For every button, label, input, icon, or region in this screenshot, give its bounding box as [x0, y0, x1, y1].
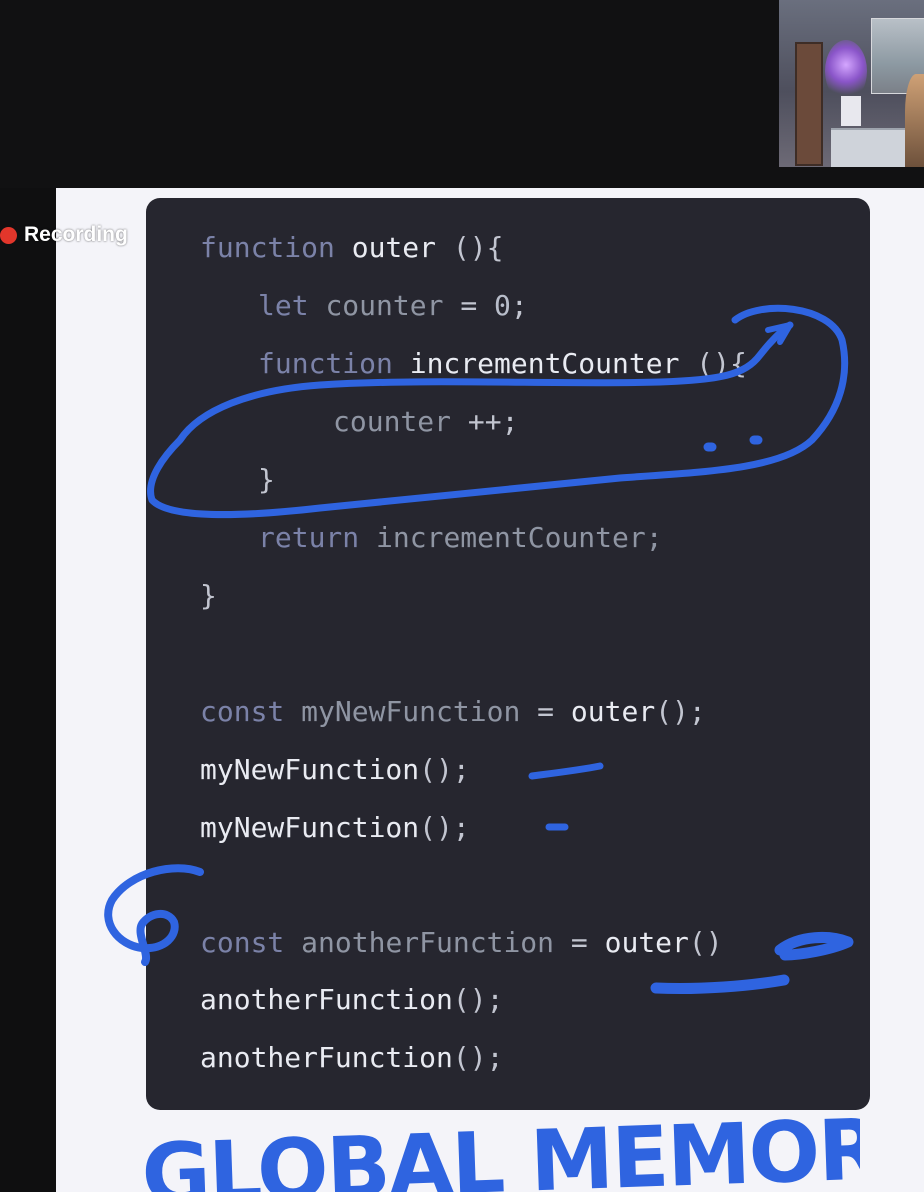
code-punctuation: (): [688, 926, 723, 959]
code-keyword: let: [258, 289, 309, 322]
code-identifier: incrementCounter;: [376, 521, 663, 554]
code-punctuation: ();: [452, 1041, 504, 1074]
code-line-10: myNewFunction();: [200, 810, 470, 846]
code-function-name: anotherFunction: [200, 1041, 453, 1074]
code-line-3: function incrementCounter (){: [258, 346, 747, 382]
recording-indicator[interactable]: Recording: [0, 222, 128, 248]
code-number: 0: [494, 289, 511, 322]
code-keyword: function: [200, 231, 335, 264]
code-closing-brace: }: [258, 463, 275, 496]
code-line-2: let counter = 0;: [258, 288, 528, 324]
code-punctuation: (){: [696, 347, 747, 380]
code-identifier: counter: [333, 405, 452, 438]
code-line-6: return incrementCounter;: [258, 520, 663, 556]
handwritten-global-memory-heading: GLOBAL MEMORY: [140, 1118, 860, 1192]
code-keyword: function: [258, 347, 393, 380]
code-identifier: counter: [325, 289, 444, 322]
code-keyword: const: [200, 695, 285, 728]
participant-figure: [905, 74, 924, 167]
code-function-name: myNewFunction: [200, 811, 420, 844]
code-punctuation: ;: [510, 289, 528, 322]
recording-label: Recording: [24, 223, 128, 246]
code-punctuation: ();: [419, 753, 470, 786]
recording-dot-icon: [0, 226, 17, 244]
code-keyword: const: [200, 926, 285, 959]
code-line-9: myNewFunction();: [200, 752, 470, 788]
participant-video-thumbnail[interactable]: [779, 0, 924, 167]
code-line-13: anotherFunction();: [200, 1040, 503, 1076]
code-function-name: myNewFunction: [200, 753, 420, 786]
video-background-shelf: [841, 96, 861, 126]
video-background-door: [795, 42, 823, 166]
code-snippet-card: function outer (){ let counter = 0; func…: [146, 198, 870, 1110]
code-function-name: anotherFunction: [200, 983, 453, 1016]
code-line-12: anotherFunction();: [200, 982, 503, 1018]
handwritten-text: GLOBAL MEMORY: [140, 1118, 860, 1192]
code-punctuation: ();: [452, 983, 504, 1016]
code-operator: =: [460, 289, 478, 322]
code-line-4: counter ++;: [333, 404, 518, 440]
code-punctuation: (){: [452, 231, 504, 264]
code-line-8: const myNewFunction = outer();: [200, 694, 706, 730]
code-line-1: function outer (){: [200, 230, 503, 266]
code-function-name: outer: [570, 695, 656, 728]
code-closing-brace: }: [200, 579, 217, 612]
code-punctuation: ();: [655, 695, 706, 728]
code-line-11: const anotherFunction = outer(): [200, 925, 723, 961]
code-function-name: outer: [351, 231, 437, 264]
code-operator: ++;: [467, 405, 519, 438]
code-line-7: }: [200, 578, 217, 614]
video-background-lamp-glow: [825, 40, 867, 102]
code-punctuation: ();: [419, 811, 470, 844]
code-keyword: return: [258, 521, 360, 554]
code-function-name: outer: [604, 926, 689, 959]
code-line-5: }: [258, 462, 275, 498]
code-operator: =: [537, 695, 555, 728]
code-operator: =: [570, 926, 588, 959]
code-identifier: anotherFunction: [301, 926, 555, 959]
code-function-name: incrementCounter: [409, 347, 680, 380]
code-identifier: myNewFunction: [301, 695, 521, 728]
